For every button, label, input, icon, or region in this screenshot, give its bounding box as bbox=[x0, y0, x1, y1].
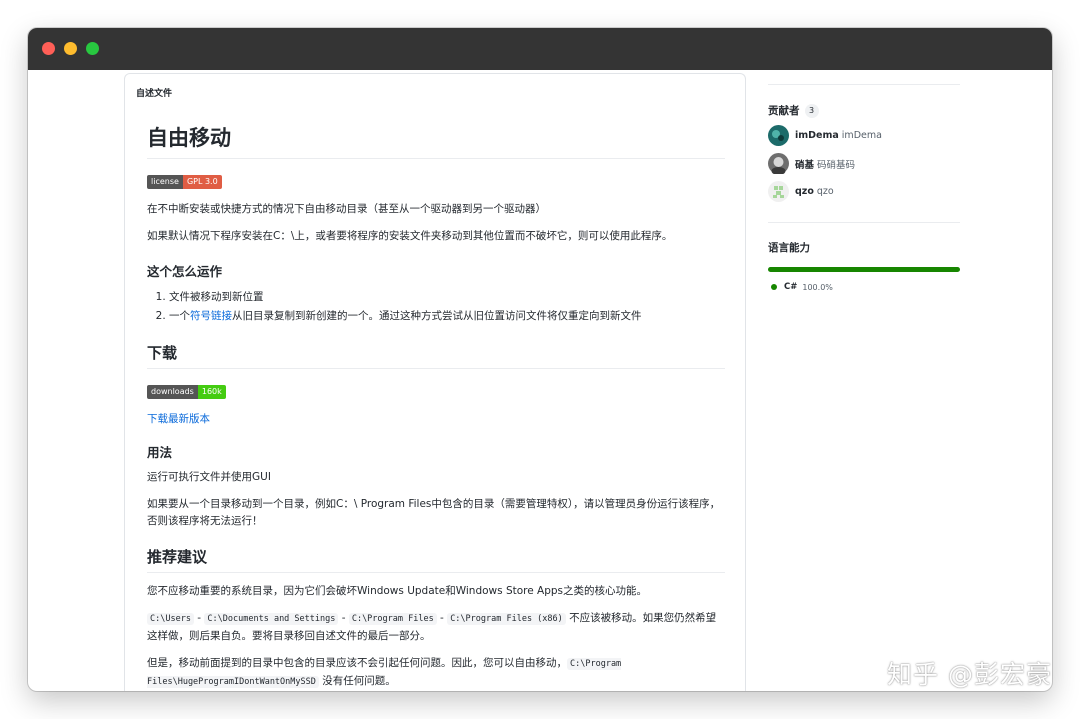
code-program-files: C:\Program Files bbox=[348, 613, 437, 625]
code-users: C:\Users bbox=[147, 613, 194, 625]
contributors-heading[interactable]: 贡献者 3 bbox=[768, 103, 960, 118]
usage-paragraph-1: 运行可执行文件并使用GUI bbox=[147, 471, 271, 483]
contributor-name: qzo bbox=[816, 186, 834, 197]
divider bbox=[768, 84, 960, 85]
maximize-button[interactable] bbox=[86, 42, 99, 55]
downloads-badge-value: 160k bbox=[197, 385, 226, 399]
recommendation-paragraph-1: 您不应移动重要的系统目录，因为它们会破坏Windows Update和Windo… bbox=[147, 585, 648, 597]
step-2-prefix: 一个 bbox=[169, 310, 190, 322]
sidebar: 贡献者 3 imDema imDema 硝基 码硝基码 qzo qzo 语言能力 bbox=[768, 70, 960, 292]
intro-paragraph-2: 如果默认情况下程序安装在C：\上，或者要将程序的安装文件夹移动到其他位置而不破坏… bbox=[147, 230, 673, 242]
language-bar[interactable] bbox=[768, 267, 960, 272]
usage-heading: 用法 bbox=[147, 445, 173, 460]
contributors-title: 贡献者 bbox=[768, 105, 800, 117]
download-heading: 下载 bbox=[147, 342, 725, 369]
download-latest-link[interactable]: 下载最新版本 bbox=[147, 413, 210, 425]
contributor-login: imDema bbox=[795, 130, 839, 141]
readme-header[interactable]: 自述文件 bbox=[136, 86, 172, 99]
how-it-works-heading: 这个怎么运作 bbox=[147, 264, 223, 279]
license-badge-label: license bbox=[147, 175, 183, 189]
downloads-badge-label: downloads bbox=[147, 385, 198, 399]
contributor-imdema[interactable]: imDema imDema bbox=[768, 125, 960, 146]
contributor-login: qzo bbox=[795, 186, 814, 197]
contributor-login: 硝基 bbox=[795, 159, 815, 171]
identicon-icon bbox=[768, 181, 789, 202]
divider bbox=[768, 222, 960, 223]
step-1: 文件被移动到新位置 bbox=[169, 288, 725, 307]
browser-window: 自述文件 自由移动 license GPL 3.0 在不中断安装或快捷方式的情况… bbox=[28, 28, 1052, 691]
contributor-nitro[interactable]: 硝基 码硝基码 bbox=[768, 153, 960, 175]
steps-list: 文件被移动到新位置 一个符号链接从旧目录复制到新创建的一个。通过这种方式尝试从旧… bbox=[147, 288, 725, 326]
step-2-text: 从旧目录复制到新创建的一个。通过这种方式尝试从旧位置访问文件将仅重定向到新文件 bbox=[232, 310, 642, 322]
readme-content: 自由移动 license GPL 3.0 在不中断安装或快捷方式的情况下自由移动… bbox=[147, 122, 725, 691]
license-badge[interactable]: license GPL 3.0 bbox=[147, 175, 222, 189]
usage-paragraph-2: 如果要从一个目录移动到一个目录，例如C：\ Program Files中包含的目… bbox=[147, 498, 721, 527]
contributors-count: 3 bbox=[804, 103, 819, 118]
symlink-link[interactable]: 符号链接 bbox=[190, 310, 232, 322]
recommendation-paragraph-2: C:\Users - C:\Documents and Settings - C… bbox=[147, 612, 717, 642]
recommendations-heading: 推荐建议 bbox=[147, 546, 725, 573]
language-name: C# bbox=[784, 282, 798, 292]
readme-title: 自由移动 bbox=[147, 122, 725, 159]
minimize-button[interactable] bbox=[64, 42, 77, 55]
code-program-files-x86: C:\Program Files (x86) bbox=[447, 613, 566, 625]
step-2: 一个符号链接从旧目录复制到新创建的一个。通过这种方式尝试从旧位置访问文件将仅重定… bbox=[169, 307, 725, 326]
code-documents: C:\Documents and Settings bbox=[204, 613, 339, 625]
language-percent: 100.0% bbox=[802, 282, 833, 292]
avatar-icon bbox=[768, 153, 789, 175]
contributor-qzo[interactable]: qzo qzo bbox=[768, 181, 960, 202]
avatar-icon bbox=[768, 125, 789, 146]
close-button[interactable] bbox=[42, 42, 55, 55]
contributor-name: 码硝基码 bbox=[817, 159, 856, 171]
readme-panel: 自述文件 自由移动 license GPL 3.0 在不中断安装或快捷方式的情况… bbox=[124, 73, 746, 691]
intro-paragraph-1: 在不中断安装或快捷方式的情况下自由移动目录（甚至从一个驱动器到另一个驱动器） bbox=[147, 203, 546, 215]
language-color-dot bbox=[771, 284, 777, 290]
zhihu-watermark: 知乎 @彭宏豪 bbox=[887, 660, 1052, 689]
language-item[interactable]: C# 100.0% bbox=[768, 282, 960, 292]
contributor-name: imDema bbox=[841, 130, 882, 141]
license-badge-value: GPL 3.0 bbox=[182, 175, 222, 189]
downloads-badge[interactable]: downloads 160k bbox=[147, 385, 226, 399]
languages-heading: 语言能力 bbox=[768, 242, 810, 254]
recommendation-paragraph-3: 但是，移动前面提到的目录中包含的目录应该不会引起任何问题。因此，您可以自由移动，… bbox=[147, 657, 622, 688]
title-bar bbox=[28, 28, 1052, 70]
